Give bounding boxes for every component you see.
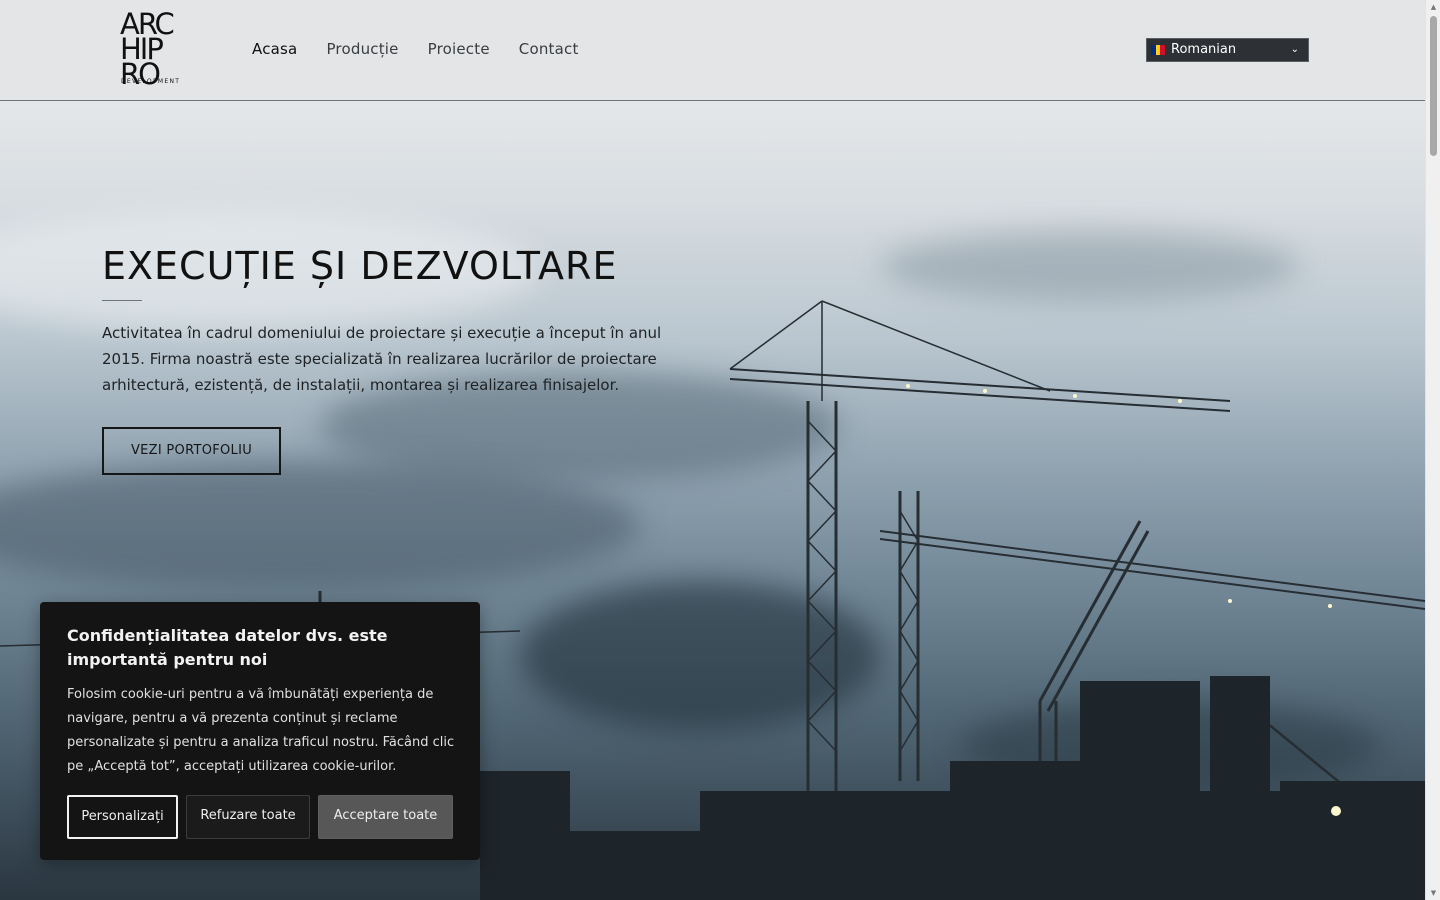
cookie-consent-dialog: Confidențialitatea datelor dvs. este imp…	[40, 602, 480, 860]
arrow-up-icon[interactable]: ▲	[1426, 0, 1440, 14]
nav-item-acasa[interactable]: Acasa	[252, 38, 297, 60]
nav-item-proiecte[interactable]: Proiecte	[428, 38, 490, 60]
nav-item-productie[interactable]: Producție	[326, 38, 398, 60]
chevron-down-icon: ⌄	[1290, 44, 1299, 55]
nav-item-contact[interactable]: Contact	[519, 38, 579, 60]
site-header: ARC HIP RO DEVELOPMENT Acasa Producție P…	[0, 0, 1425, 101]
view-portfolio-button[interactable]: VEZI PORTOFOLIU	[102, 427, 281, 475]
main-nav: Acasa Producție Proiecte Contact	[252, 38, 608, 60]
customize-button[interactable]: Personalizați	[67, 795, 178, 839]
arrow-down-icon[interactable]: ▼	[1426, 886, 1440, 900]
page-scrollbar[interactable]: ▲ ▼	[1425, 0, 1440, 900]
flag-stripe-red	[1160, 45, 1166, 55]
logo[interactable]: ARC HIP RO DEVELOPMENT	[120, 10, 190, 89]
hero-title: EXECUȚIE ȘI DEZVOLTARE	[102, 244, 618, 288]
title-divider	[102, 300, 142, 301]
language-select[interactable]: Romanian ⌄	[1146, 38, 1309, 62]
scrollbar-thumb[interactable]	[1430, 16, 1437, 156]
accept-all-button[interactable]: Acceptare toate	[318, 795, 453, 839]
hero-description: Activitatea în cadrul domeniului de proi…	[102, 324, 662, 394]
logo-subtitle: DEVELOPMENT	[121, 78, 181, 85]
cookie-title: Confidențialitatea datelor dvs. este imp…	[67, 626, 388, 669]
cookie-text: Folosim cookie-uri pentru a vă îmbunătăț…	[67, 687, 455, 774]
reject-all-button[interactable]: Refuzare toate	[186, 795, 310, 839]
romania-flag-icon	[1151, 45, 1166, 55]
language-label: Romanian	[1171, 42, 1237, 57]
